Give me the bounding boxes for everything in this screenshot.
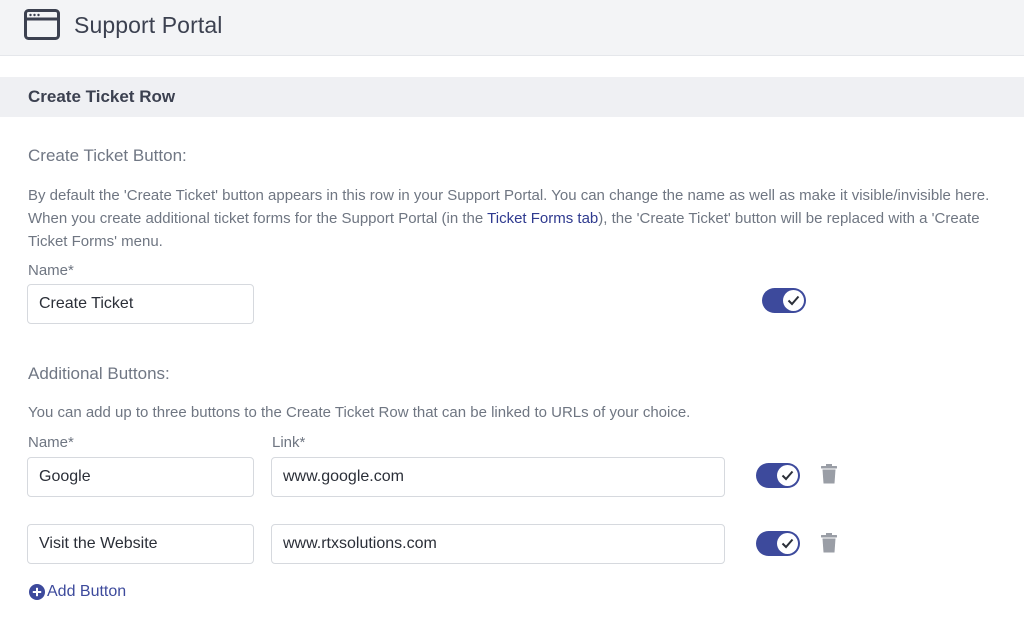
- ticket-forms-tab-link[interactable]: Ticket Forms tab: [487, 210, 598, 227]
- check-icon: [781, 538, 794, 549]
- additional-buttons-description: You can add up to three buttons to the C…: [28, 404, 691, 421]
- top-bar: Support Portal: [0, 0, 1024, 56]
- create-ticket-name-label: Name*: [28, 262, 74, 279]
- add-button[interactable]: Add Button: [29, 582, 126, 602]
- button-1-name-input[interactable]: [27, 457, 254, 497]
- section-title: Create Ticket Row: [28, 87, 176, 106]
- button-2-name-input[interactable]: [27, 524, 254, 564]
- create-ticket-heading: Create Ticket Button:: [28, 146, 187, 165]
- add-button-label: Add Button: [47, 583, 127, 600]
- check-icon: [787, 295, 800, 306]
- create-ticket-name-input[interactable]: [27, 284, 254, 324]
- toggle-knob: [783, 290, 804, 311]
- button-2-visibility-toggle[interactable]: [756, 531, 800, 556]
- trash-icon[interactable]: [821, 533, 837, 553]
- button-1-link-input[interactable]: [271, 457, 725, 497]
- button-2-link-input[interactable]: [271, 524, 725, 564]
- toggle-knob: [777, 533, 798, 554]
- app-title: Support Portal: [74, 12, 223, 38]
- check-icon: [781, 470, 794, 481]
- trash-icon[interactable]: [821, 464, 837, 484]
- button-1-visibility-toggle[interactable]: [756, 463, 800, 488]
- create-ticket-description: By default the 'Create Ticket' button ap…: [28, 184, 998, 253]
- additional-link-label: Link*: [272, 434, 306, 451]
- additional-buttons-heading: Additional Buttons:: [28, 364, 170, 383]
- create-ticket-visibility-toggle[interactable]: [762, 288, 806, 313]
- additional-name-label: Name*: [28, 434, 74, 451]
- browser-window-icon: [24, 9, 60, 40]
- toggle-knob: [777, 465, 798, 486]
- plus-circle-icon: [29, 584, 45, 600]
